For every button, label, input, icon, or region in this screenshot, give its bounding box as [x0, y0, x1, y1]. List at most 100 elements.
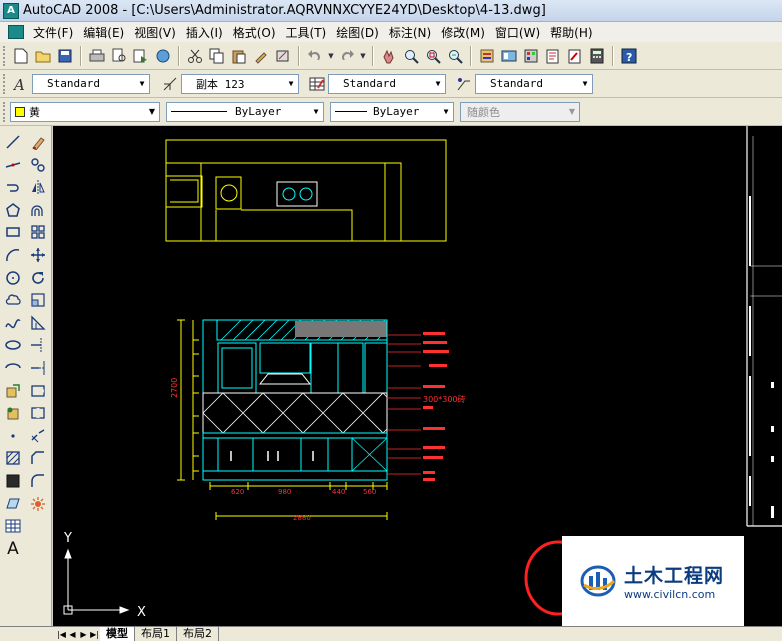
- plot-icon[interactable]: [87, 46, 107, 66]
- trim-icon[interactable]: [28, 335, 48, 355]
- autocad-app-icon[interactable]: A: [3, 2, 19, 19]
- first-tab-button[interactable]: |◀: [56, 628, 67, 641]
- markup-set-manager-icon[interactable]: [565, 46, 585, 66]
- new-file-icon[interactable]: [11, 46, 31, 66]
- explode-icon[interactable]: [28, 494, 48, 514]
- paste-icon[interactable]: [229, 46, 249, 66]
- gradient-icon[interactable]: [3, 471, 23, 491]
- copy-object-icon[interactable]: [28, 155, 48, 175]
- text-style-select[interactable]: Standard ▼: [32, 73, 150, 94]
- text-style-icon[interactable]: A: [11, 74, 31, 94]
- chevron-down-icon[interactable]: ▼: [284, 75, 298, 93]
- menu-edit[interactable]: 编辑(E): [78, 24, 129, 41]
- break-at-point-icon[interactable]: [28, 381, 48, 401]
- zoom-previous-icon[interactable]: [445, 46, 465, 66]
- array-icon[interactable]: [28, 222, 48, 242]
- chevron-down-icon[interactable]: ▼: [431, 75, 445, 93]
- save-icon[interactable]: [55, 46, 75, 66]
- next-tab-button[interactable]: ▶: [78, 628, 89, 641]
- drawing-canvas[interactable]: 2700 620 980 440 560 2880 300*300砖 Y X 土…: [53, 126, 782, 626]
- undo-icon[interactable]: [305, 46, 325, 66]
- block-editor-icon[interactable]: [273, 46, 293, 66]
- dimension-style-icon[interactable]: [160, 74, 180, 94]
- open-file-icon[interactable]: [33, 46, 53, 66]
- break-icon[interactable]: [28, 403, 48, 423]
- chevron-down-icon[interactable]: ▼: [578, 75, 592, 93]
- chevron-down-icon[interactable]: ▼: [309, 103, 323, 121]
- properties-icon[interactable]: [477, 46, 497, 66]
- extend-icon[interactable]: [28, 358, 48, 378]
- table-icon[interactable]: [3, 516, 23, 536]
- region-icon[interactable]: [3, 494, 23, 514]
- make-block-icon[interactable]: [3, 403, 23, 423]
- multiline-text-icon[interactable]: A: [3, 539, 23, 559]
- polyline-icon[interactable]: [3, 177, 23, 197]
- sheet-set-manager-icon[interactable]: [543, 46, 563, 66]
- lineweight-control-select[interactable]: ByLayer ▼: [330, 101, 454, 122]
- match-properties-icon[interactable]: [251, 46, 271, 66]
- scale-icon[interactable]: [28, 290, 48, 310]
- hatch-icon[interactable]: [3, 448, 23, 468]
- multileader-style-icon[interactable]: [454, 74, 474, 94]
- move-icon[interactable]: [28, 245, 48, 265]
- toolbar-grip[interactable]: [3, 101, 7, 122]
- menu-window[interactable]: 窗口(W): [490, 24, 545, 41]
- help-icon[interactable]: ?: [619, 46, 639, 66]
- ellipse-icon[interactable]: [3, 335, 23, 355]
- menu-file[interactable]: 文件(F): [28, 24, 78, 41]
- point-icon[interactable]: [3, 426, 23, 446]
- table-style-select[interactable]: Standard ▼: [328, 73, 446, 94]
- chevron-down-icon[interactable]: ▼: [439, 103, 453, 121]
- fillet-icon[interactable]: [28, 471, 48, 491]
- pan-realtime-icon[interactable]: [379, 46, 399, 66]
- tab-model[interactable]: 模型: [100, 627, 135, 641]
- polygon-icon[interactable]: [3, 200, 23, 220]
- mirror-icon[interactable]: [28, 177, 48, 197]
- previous-tab-button[interactable]: ◀: [67, 628, 78, 641]
- multileader-style-select[interactable]: Standard ▼: [475, 73, 593, 94]
- color-control-select[interactable]: 黄 ▼: [10, 101, 160, 122]
- menu-dimension[interactable]: 标注(N): [384, 24, 436, 41]
- menu-insert[interactable]: 插入(I): [181, 24, 228, 41]
- rectangle-icon[interactable]: [3, 222, 23, 242]
- spline-icon[interactable]: [3, 313, 23, 333]
- design-center-icon[interactable]: [499, 46, 519, 66]
- menu-tools[interactable]: 工具(T): [281, 24, 332, 41]
- offset-icon[interactable]: [28, 200, 48, 220]
- plot-preview-icon[interactable]: [109, 46, 129, 66]
- insert-block-icon[interactable]: [3, 381, 23, 401]
- undo-dropdown-icon[interactable]: ▼: [327, 46, 335, 66]
- table-style-icon[interactable]: [307, 74, 327, 94]
- zoom-window-icon[interactable]: [423, 46, 443, 66]
- erase-icon[interactable]: [28, 132, 48, 152]
- circle-icon[interactable]: [3, 268, 23, 288]
- toolbar-grip[interactable]: [3, 73, 7, 94]
- construction-line-icon[interactable]: [3, 155, 23, 175]
- 3d-dwf-icon[interactable]: [153, 46, 173, 66]
- zoom-realtime-icon[interactable]: [401, 46, 421, 66]
- menu-help[interactable]: 帮助(H): [545, 24, 597, 41]
- chamfer-icon[interactable]: [28, 448, 48, 468]
- chevron-down-icon[interactable]: ▼: [135, 75, 149, 93]
- tab-layout1[interactable]: 布局1: [135, 627, 177, 641]
- dimension-style-select[interactable]: 副本 123 ▼: [181, 73, 299, 94]
- redo-dropdown-icon[interactable]: ▼: [359, 46, 367, 66]
- redo-icon[interactable]: [337, 46, 357, 66]
- tab-layout2[interactable]: 布局2: [177, 627, 219, 641]
- menu-view[interactable]: 视图(V): [129, 24, 181, 41]
- toolbar-grip[interactable]: [3, 45, 7, 66]
- stretch-icon[interactable]: [28, 313, 48, 333]
- ellipse-arc-icon[interactable]: [3, 358, 23, 378]
- join-icon[interactable]: [28, 426, 48, 446]
- tool-palettes-icon[interactable]: [521, 46, 541, 66]
- chevron-down-icon[interactable]: ▼: [145, 103, 159, 121]
- cut-icon[interactable]: [185, 46, 205, 66]
- last-tab-button[interactable]: ▶|: [89, 628, 100, 641]
- menu-modify[interactable]: 修改(M): [436, 24, 490, 41]
- menu-draw[interactable]: 绘图(D): [331, 24, 384, 41]
- revision-cloud-icon[interactable]: [3, 290, 23, 310]
- document-icon[interactable]: [8, 25, 24, 39]
- quick-calc-icon[interactable]: [587, 46, 607, 66]
- arc-icon[interactable]: [3, 245, 23, 265]
- line-icon[interactable]: [3, 132, 23, 152]
